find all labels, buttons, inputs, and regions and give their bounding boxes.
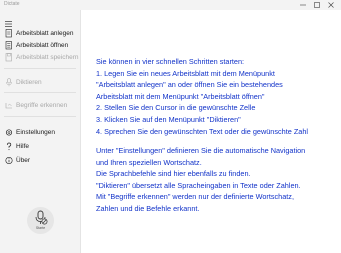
app-title: Dictate — [4, 1, 20, 7]
recognize-terms-icon — [5, 101, 13, 110]
info-line: Die Sprachbefehle sind hier ebenfalls zu… — [96, 169, 251, 179]
title-bar: Dictate — [0, 0, 341, 10]
sidebar-item-dictate[interactable]: Diktieren — [2, 77, 78, 88]
sidebar-item-help[interactable]: Hilfe — [2, 141, 78, 152]
instruction-line: 4. Sprechen Sie den gewünschten Text ode… — [96, 126, 309, 136]
start-dictation-button[interactable]: Starte — [27, 207, 54, 234]
maximize-icon — [314, 2, 320, 8]
close-button[interactable] — [325, 0, 337, 10]
hamburger-icon — [5, 21, 12, 27]
sidebar-item-settings[interactable]: Einstellungen — [2, 127, 78, 138]
new-sheet-icon — [5, 29, 13, 38]
hamburger-button[interactable] — [4, 15, 14, 27]
gear-icon — [5, 128, 13, 137]
help-icon — [5, 142, 13, 151]
instruction-line: 2. Stellen Sie den Cursor in die gewünsc… — [96, 103, 256, 113]
info-line: Zahlen und die Befehle erkannt. — [96, 203, 200, 213]
info-paragraph: Unter "Einstellungen" definieren Sie die… — [96, 145, 341, 215]
minimize-button[interactable] — [297, 0, 309, 10]
info-line: und Ihren speziellen Wortschatz. — [96, 157, 202, 167]
sidebar-item-label: Arbeitsblatt öffnen — [16, 42, 69, 49]
maximize-button[interactable] — [311, 0, 323, 10]
sidebar-item-open-sheet[interactable]: Arbeitsblatt öffnen — [2, 40, 78, 51]
sidebar-item-save-sheet[interactable]: Arbeitsblatt speichern — [2, 52, 79, 63]
instruction-line: Sie können in vier schnellen Schritten s… — [96, 57, 245, 66]
sidebar-item-label: Hilfe — [16, 143, 30, 150]
close-icon — [328, 2, 334, 8]
sidebar-item-label: Diktieren — [16, 79, 42, 86]
instruction-line: 1. Legen Sie ein neues Arbeitsblatt mit … — [96, 68, 275, 78]
microphone-icon — [5, 78, 13, 87]
sidebar-item-new-sheet[interactable]: Arbeitsblatt anlegen — [2, 28, 78, 39]
info-line: "Diktieren" übersetzt alle Spracheingabe… — [96, 180, 301, 190]
sidebar-item-label: Arbeitsblatt speichern — [16, 54, 79, 61]
sidebar: Arbeitsblatt anlegen Arbeitsblatt öffnen — [0, 10, 81, 253]
sidebar-item-label: Begriffe erkennen — [16, 102, 68, 109]
app-window: Dictate Arbeitsblatt anlegen Arbeitsblat… — [0, 0, 341, 253]
instruction-line: Arbeitsblatt mit dem Menüpunkt "Arbeitsb… — [96, 91, 265, 101]
info-line: Mit "Begriffe erkennen" werden nur der d… — [96, 192, 294, 202]
instruction-line: 3. Klicken Sie auf den Menüpunkt "Diktie… — [96, 114, 241, 124]
minimize-icon — [300, 4, 306, 6]
sidebar-item-label: Arbeitsblatt anlegen — [16, 30, 74, 37]
divider — [4, 68, 76, 69]
instructions-paragraph: Sie können in vier schnellen Schritten s… — [96, 56, 341, 137]
divider — [4, 92, 76, 93]
instruction-line: "Arbeitsblatt anlegen" an oder öffnen Si… — [96, 80, 283, 90]
sidebar-item-about[interactable]: Über — [2, 155, 78, 166]
info-line: Unter "Einstellungen" definieren Sie die… — [96, 146, 306, 155]
divider — [4, 116, 76, 117]
info-icon — [5, 156, 13, 165]
sidebar-item-label: Über — [16, 157, 31, 164]
main-content: Sie können in vier schnellen Schritten s… — [81, 10, 341, 253]
start-dictation-label: Starte — [35, 226, 46, 230]
sidebar-item-recognize-terms[interactable]: Begriffe erkennen — [2, 100, 78, 111]
microphone-off-icon — [35, 210, 48, 225]
open-sheet-icon — [5, 41, 13, 50]
save-sheet-icon — [5, 53, 13, 62]
sidebar-item-label: Einstellungen — [16, 129, 56, 136]
